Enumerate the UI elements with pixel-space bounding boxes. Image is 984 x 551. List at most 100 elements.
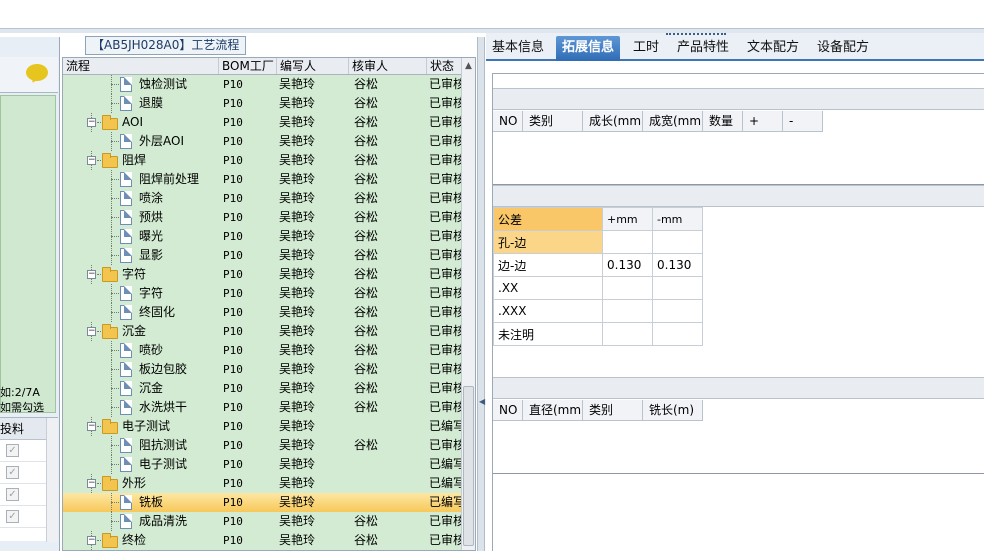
tab-device-recipe[interactable]: 设备配方 [811, 36, 875, 61]
collapse-toggle-icon[interactable]: − [87, 270, 96, 279]
tree-item-row[interactable]: 终固化 P10 吴艳玲 谷松 已审核 [63, 303, 463, 322]
tolerance-minus-cell[interactable]: 0.130 [652, 253, 703, 277]
message-icon[interactable] [26, 64, 48, 81]
col-category[interactable]: 类别 [523, 111, 583, 131]
tree-item-row[interactable]: 成品清洗 P10 吴艳玲 谷松 已审核 [63, 512, 463, 531]
col-header-flow[interactable]: 流程 [63, 58, 219, 74]
tree-group-row[interactable]: − AOI P10 吴艳玲 谷松 已审核 [63, 113, 463, 132]
tree-item-row[interactable]: 曝光 P10 吴艳玲 谷松 已审核 [63, 227, 463, 246]
tree-item-row[interactable]: 蚀检测试 P10 吴艳玲 谷松 已审核 [63, 75, 463, 94]
tolerance-plus-cell[interactable]: 0.130 [602, 253, 653, 277]
collapse-toggle-icon[interactable]: − [87, 479, 96, 488]
tree-group-row[interactable]: − 阻焊 P10 吴艳玲 谷松 已审核 [63, 151, 463, 170]
checkbox[interactable]: ✓ [6, 510, 19, 523]
writer-name: 吴艳玲 [279, 77, 316, 91]
tolerance-plus-cell[interactable] [602, 230, 653, 254]
document-icon [120, 495, 132, 510]
tree-group-row[interactable]: − 电子测试 P10 吴艳玲 已编写 [63, 417, 463, 436]
col-header-bom[interactable]: BOM工厂 [219, 58, 277, 74]
col-quantity[interactable]: 数量 [703, 111, 743, 131]
writer-name: 吴艳玲 [279, 229, 316, 243]
tolerance-plus-cell[interactable] [602, 322, 653, 346]
tab-basic-info[interactable]: 基本信息 [486, 36, 550, 61]
tolerance-minus-cell[interactable] [652, 322, 703, 346]
tolerance-label: .XX [493, 276, 603, 300]
bom-factory: P10 [223, 173, 243, 186]
status-text: 已审核 [429, 96, 463, 110]
checkbox[interactable]: ✓ [6, 466, 19, 479]
col-length[interactable]: 成长(mm) [583, 111, 643, 131]
checker-name: 谷松 [354, 115, 379, 129]
tree-item-row[interactable]: 退膜 P10 吴艳玲 谷松 已审核 [63, 94, 463, 113]
tree-item-row[interactable]: 电子测试 P10 吴艳玲 已编写 [63, 455, 463, 474]
tolerance-minus-cell[interactable] [652, 299, 703, 323]
drill-grid[interactable]: NO 直径(mm) 类别 铣长(m) [493, 400, 984, 474]
col-width[interactable]: 成宽(mm) [643, 111, 703, 131]
status-text: 已审核 [429, 115, 463, 129]
col-plus[interactable]: + [743, 111, 783, 131]
left-panel-list[interactable] [0, 95, 56, 413]
checker-name: 谷松 [354, 153, 379, 167]
scroll-up-icon[interactable]: ▲ [463, 59, 474, 73]
panel-splitter[interactable]: ◀ [477, 37, 485, 551]
writer-name: 吴艳玲 [279, 476, 316, 490]
tree-item-row[interactable]: 外层AOI P10 吴艳玲 谷松 已审核 [63, 132, 463, 151]
checkbox[interactable]: ✓ [6, 444, 19, 457]
col-mill-length[interactable]: 铣长(m) [643, 400, 703, 420]
step-name: 外层AOI [139, 134, 184, 148]
tab-text-recipe[interactable]: 文本配方 [741, 36, 805, 61]
collapse-toggle-icon[interactable]: − [87, 536, 96, 545]
tolerance-plus-cell[interactable] [602, 276, 653, 300]
tree-item-row[interactable]: 喷涂 P10 吴艳玲 谷松 已审核 [63, 189, 463, 208]
status-text: 已审核 [429, 438, 463, 452]
tree-item-row[interactable]: 水洗烘干 P10 吴艳玲 谷松 已审核 [63, 398, 463, 417]
collapse-toggle-icon[interactable]: − [87, 156, 96, 165]
col-header-writer[interactable]: 编写人 [277, 58, 349, 74]
tab-product-features[interactable]: 产品特性 [671, 36, 735, 61]
tree-item-row[interactable]: 喷砂 P10 吴艳玲 谷松 已审核 [63, 341, 463, 360]
tab-extended-info[interactable]: 拓展信息 [556, 36, 621, 61]
tolerance-plus-cell[interactable] [602, 299, 653, 323]
col-category[interactable]: 类别 [583, 400, 643, 420]
checker-name: 谷松 [354, 134, 379, 148]
document-icon [120, 400, 132, 415]
collapse-toggle-icon[interactable]: − [87, 118, 96, 127]
collapse-toggle-icon[interactable]: − [87, 422, 96, 431]
tolerance-minus-cell[interactable] [652, 230, 703, 254]
checkbox[interactable]: ✓ [6, 488, 19, 501]
size-grid[interactable]: NO 类别 成长(mm) 成宽(mm) 数量 + - [493, 111, 984, 185]
tree-item-row[interactable]: 铣板 P10 吴艳玲 已编写 [63, 493, 463, 512]
tree-item-row[interactable]: 显影 P10 吴艳玲 谷松 已审核 [63, 246, 463, 265]
col-diameter[interactable]: 直径(mm) [523, 400, 583, 420]
status-text: 已审核 [429, 153, 463, 167]
step-name: 终检 [122, 533, 147, 547]
col-minus[interactable]: - [783, 111, 823, 131]
tree-scrollbar[interactable]: ▲ [461, 58, 475, 550]
process-flow-title: 【AB5JH028A0】工艺流程 [85, 36, 247, 55]
tree-group-row[interactable]: − 字符 P10 吴艳玲 谷松 已审核 [63, 265, 463, 284]
tolerance-label: 孔-边 [493, 230, 603, 254]
step-name: AOI [122, 115, 143, 129]
tree-group-row[interactable]: − 外形 P10 吴艳玲 已编写 [63, 474, 463, 493]
tree-connector [111, 293, 119, 294]
tree-group-row[interactable]: − 终检 P10 吴艳玲 谷松 已审核 [63, 531, 463, 550]
col-header-status[interactable]: 状态 [427, 58, 463, 74]
bom-factory: P10 [223, 382, 243, 395]
col-no[interactable]: NO [493, 111, 523, 131]
tolerance-minus-cell[interactable] [652, 276, 703, 300]
tree-item-row[interactable]: 阻抗测试 P10 吴艳玲 谷松 已审核 [63, 436, 463, 455]
tree-group-row[interactable]: − 沉金 P10 吴艳玲 谷松 已审核 [63, 322, 463, 341]
tree-item-row[interactable]: 字符 P10 吴艳玲 谷松 已审核 [63, 284, 463, 303]
left-grid-scrollbar[interactable] [46, 418, 58, 542]
tab-work-hours[interactable]: 工时 [627, 36, 665, 61]
scroll-thumb[interactable] [463, 386, 474, 546]
tree-item-row[interactable]: 沉金 P10 吴艳玲 谷松 已审核 [63, 379, 463, 398]
tree-item-row[interactable]: 板边包胶 P10 吴艳玲 谷松 已审核 [63, 360, 463, 379]
collapse-toggle-icon[interactable]: − [87, 327, 96, 336]
tree-connector [111, 103, 119, 104]
tree-item-row[interactable]: 预烘 P10 吴艳玲 谷松 已审核 [63, 208, 463, 227]
col-header-checker[interactable]: 核审人 [349, 58, 427, 74]
collapse-arrow-icon[interactable]: ◀ [479, 397, 485, 406]
col-no[interactable]: NO [493, 400, 523, 420]
tree-item-row[interactable]: 阻焊前处理 P10 吴艳玲 谷松 已审核 [63, 170, 463, 189]
